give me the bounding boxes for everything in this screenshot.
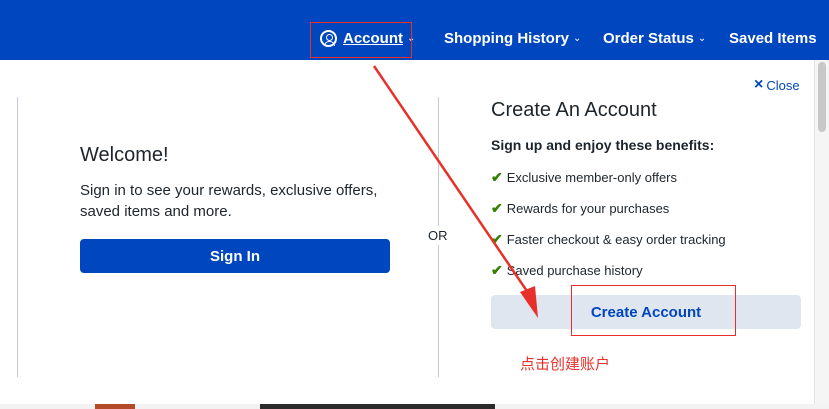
account-label: Account	[343, 29, 403, 47]
shopping-history-menu[interactable]: Shopping History ⌄	[444, 16, 581, 60]
bottom-strip-segment	[0, 404, 95, 409]
scrollbar-thumb[interactable]	[818, 62, 826, 132]
order-status-label: Order Status	[603, 29, 694, 47]
benefit-item: ✔ Rewards for your purchases	[491, 200, 669, 217]
close-label: Close	[766, 77, 800, 93]
checkmark-icon: ✔	[491, 169, 503, 185]
welcome-title: Welcome!	[80, 144, 169, 166]
scrollbar[interactable]	[814, 60, 829, 409]
account-menu[interactable]: Account ⌄	[320, 16, 415, 60]
chevron-down-icon: ⌄	[407, 32, 416, 44]
checkmark-icon: ✔	[491, 231, 503, 247]
shopping-history-label: Shopping History	[444, 29, 569, 47]
create-account-button[interactable]: Create Account	[491, 295, 801, 329]
close-button[interactable]: × Close	[754, 76, 800, 94]
saved-items-link[interactable]: Saved Items	[729, 16, 817, 60]
chevron-down-icon: ⌄	[697, 32, 707, 44]
benefit-text: Faster checkout & easy order tracking	[506, 232, 726, 247]
create-account-title: Create An Account	[491, 99, 657, 121]
saved-items-label: Saved Items	[729, 29, 817, 47]
left-divider-line	[17, 97, 18, 377]
checkmark-icon: ✔	[491, 262, 503, 278]
top-strip	[0, 0, 829, 16]
user-circle-icon	[320, 29, 337, 47]
bottom-strip-segment	[95, 404, 135, 409]
chevron-down-icon: ⌄	[573, 32, 582, 44]
checkmark-icon: ✔	[491, 200, 503, 216]
welcome-description: Sign in to see your rewards, exclusive o…	[80, 182, 378, 220]
benefit-text: Saved purchase history	[506, 263, 643, 278]
close-icon: ×	[754, 76, 764, 93]
benefit-item: ✔ Saved purchase history	[491, 262, 643, 279]
benefit-text: Rewards for your purchases	[506, 201, 670, 216]
order-status-menu[interactable]: Order Status ⌄	[603, 16, 706, 60]
sign-in-button[interactable]: Sign In	[80, 239, 390, 273]
or-divider-text: OR	[428, 226, 448, 245]
bottom-strip-segment	[135, 404, 260, 409]
benefit-item: ✔ Exclusive member-only offers	[491, 169, 677, 186]
top-nav-bar: Account ⌄ Shopping History ⌄ Order Statu…	[0, 16, 829, 60]
benefits-heading: Sign up and enjoy these benefits:	[491, 137, 715, 153]
bottom-strip-segment	[495, 404, 829, 409]
bottom-strip	[0, 404, 829, 409]
benefit-item: ✔ Faster checkout & easy order tracking	[491, 231, 726, 248]
bottom-strip-segment	[260, 404, 495, 409]
annotation-text: 点击创建账户	[520, 355, 611, 373]
benefit-text: Exclusive member-only offers	[506, 170, 677, 185]
